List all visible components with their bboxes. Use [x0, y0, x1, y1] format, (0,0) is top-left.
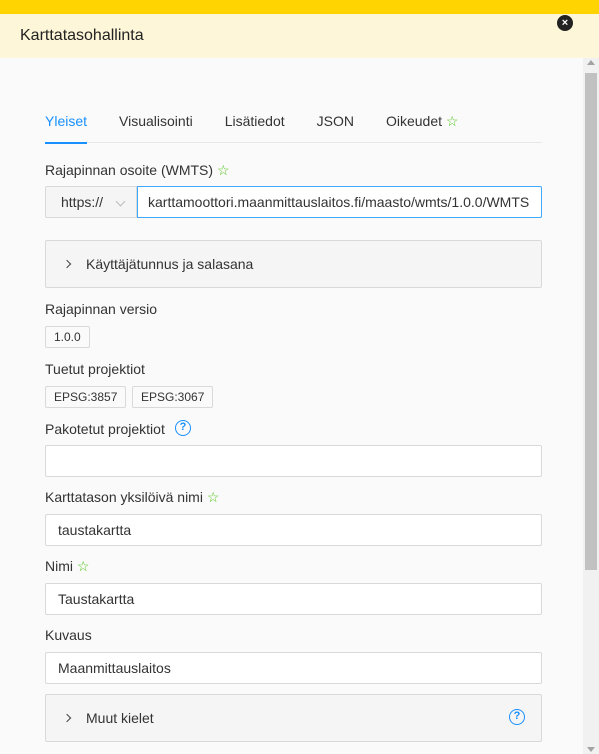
tab-visualization[interactable]: Visualisointi [119, 110, 193, 143]
forced-projections-label: Pakotetut projektiot [45, 421, 165, 437]
unique-name-label-text: Karttatason yksilöivä nimi [45, 489, 203, 505]
name-input[interactable]: Taustakartta [45, 583, 542, 615]
api-url-label-text: Rajapinnan osoite (WMTS) [45, 162, 214, 178]
protocol-value: https:// [61, 194, 104, 210]
scroll-down-icon[interactable] [587, 747, 595, 752]
name-label-text: Nimi [45, 558, 73, 574]
dialog-title: Karttatasohallinta [20, 27, 144, 44]
star-icon: ☆ [445, 113, 459, 129]
star-icon: ☆ [206, 489, 220, 505]
protocol-select[interactable]: https:// [45, 186, 137, 218]
description-label: Kuvaus [45, 627, 92, 643]
tab-bar: Yleiset Visualisointi Lisätiedot JSON Oi… [45, 110, 542, 144]
help-icon[interactable]: ? [175, 420, 191, 436]
other-languages-label: Muut kielet [86, 710, 154, 726]
unique-name-label: Karttatason yksilöivä nimi ☆ [45, 489, 219, 506]
dialog-content: Yleiset Visualisointi Lisätiedot JSON Oi… [0, 58, 583, 754]
scrollbar[interactable] [583, 58, 599, 754]
tab-label: Visualisointi [119, 113, 193, 129]
tab-label: Lisätiedot [224, 113, 285, 129]
api-version-label: Rajapinnan versio [45, 301, 158, 317]
credentials-label: Käyttäjätunnus ja salasana [86, 256, 254, 272]
tab-label: Yleiset [45, 113, 88, 129]
scroll-up-icon[interactable] [587, 60, 595, 65]
tab-general[interactable]: Yleiset [45, 110, 88, 144]
api-url-input[interactable]: karttamoottori.maanmittauslaitos.fi/maas… [137, 186, 542, 218]
tab-label: Oikeudet [385, 113, 443, 129]
star-icon: ☆ [76, 558, 90, 574]
projection-tag: EPSG:3067 [132, 386, 214, 408]
api-url-label: Rajapinnan osoite (WMTS) ☆ [45, 162, 230, 179]
dialog-header: Karttatasohallinta [0, 14, 599, 58]
description-input[interactable]: Maanmittauslaitos [45, 652, 542, 684]
credentials-panel[interactable]: Käyttäjätunnus ja salasana [45, 240, 542, 288]
unique-name-input[interactable]: taustakartta [45, 514, 542, 546]
forced-projections-input[interactable] [45, 445, 542, 477]
other-languages-panel[interactable]: Muut kielet ? [45, 694, 542, 742]
close-icon[interactable]: × [557, 15, 573, 31]
tab-json[interactable]: JSON [317, 110, 354, 143]
name-label: Nimi ☆ [45, 558, 89, 575]
chevron-right-icon [62, 713, 72, 723]
help-icon[interactable]: ? [509, 709, 525, 725]
supported-projections-label: Tuetut projektiot [45, 361, 145, 377]
top-accent-bar [0, 0, 599, 14]
chevron-right-icon [62, 259, 72, 269]
tab-permissions[interactable]: Oikeudet ☆ [386, 110, 459, 143]
tab-additional-info[interactable]: Lisätiedot [225, 110, 285, 143]
projection-tag: EPSG:3857 [45, 386, 127, 408]
scrollbar-thumb[interactable] [585, 73, 597, 570]
chevron-down-icon [115, 196, 126, 207]
tab-label: JSON [316, 113, 354, 129]
star-icon: ☆ [216, 162, 230, 178]
version-tag: 1.0.0 [45, 326, 90, 348]
